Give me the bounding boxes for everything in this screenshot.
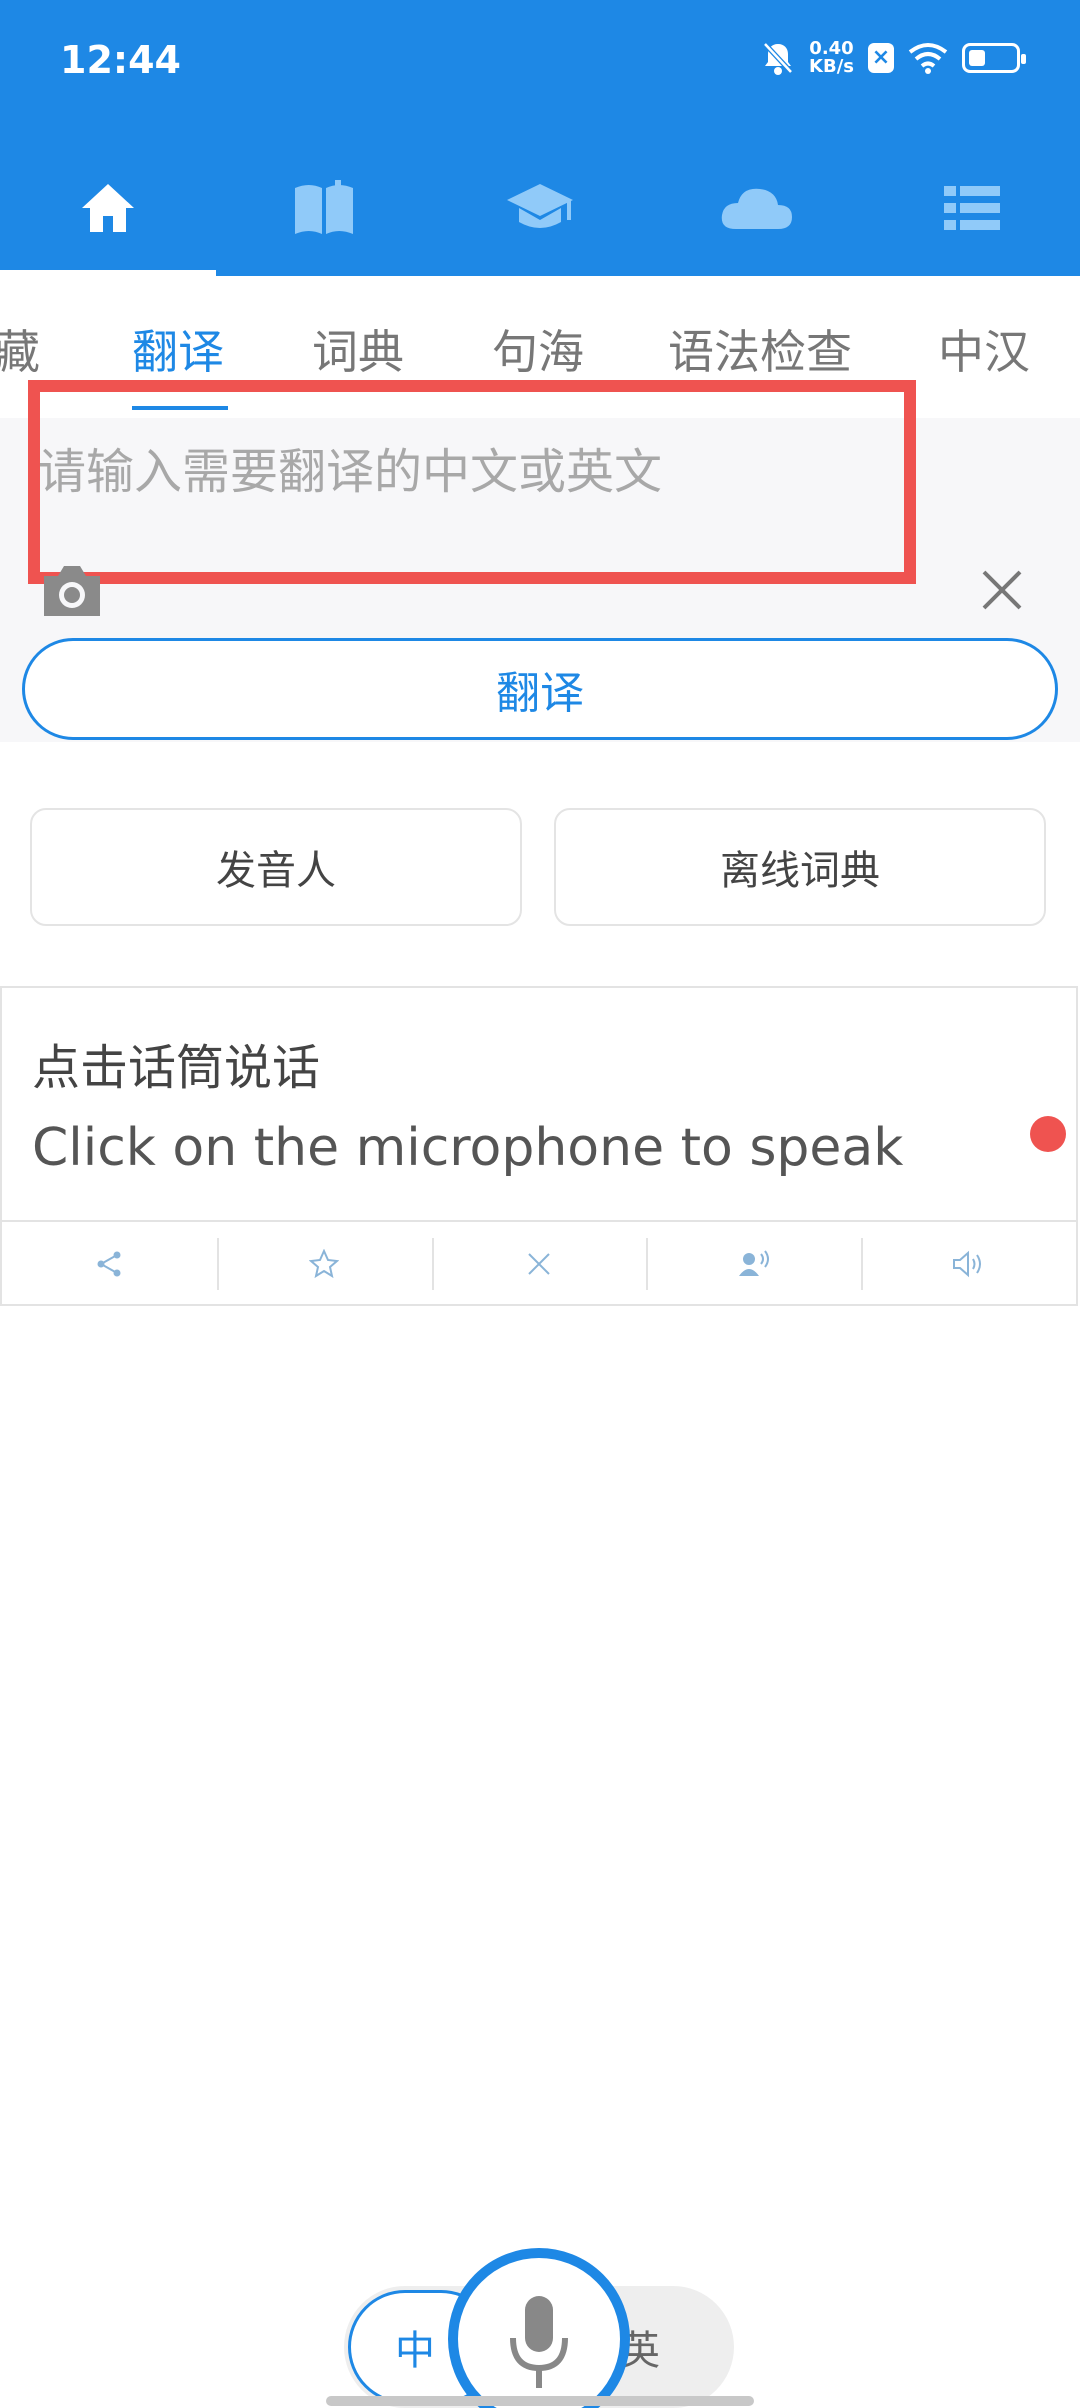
status-bar: 12:44 0.40 KB/s ×: [0, 0, 1080, 120]
sub-tab-favorites[interactable]: 藏: [0, 316, 40, 382]
sub-tab-grammar-check[interactable]: 语法检查: [668, 316, 852, 382]
network-speed: 0.40 KB/s: [809, 40, 854, 76]
camera-button[interactable]: [40, 562, 104, 622]
microphone-icon: [510, 2296, 568, 2388]
app-bar: 12:44 0.40 KB/s ×: [0, 0, 1080, 276]
nav-tab-home[interactable]: [0, 140, 216, 276]
share-icon: [97, 1251, 121, 1277]
nav-tab-cloud[interactable]: [648, 140, 864, 276]
status-time: 12:44: [60, 38, 181, 82]
cloud-icon: [721, 188, 792, 229]
nav-tab-menu[interactable]: [864, 140, 1080, 276]
nav-tab-learn[interactable]: [432, 140, 648, 276]
favorite-button[interactable]: [216, 1222, 432, 1306]
translated-text: Click on the microphone to speak: [32, 1118, 904, 1178]
highlight-box: [28, 380, 916, 584]
sub-tab-translate[interactable]: 翻译: [132, 316, 224, 382]
close-icon: [528, 1253, 550, 1275]
status-icons: 0.40 KB/s ×: [761, 40, 1026, 76]
graduation-cap-icon: [507, 184, 573, 228]
record-indicator-dot: [1030, 1116, 1066, 1152]
camera-icon: [44, 566, 100, 616]
clear-input-button[interactable]: [980, 568, 1024, 616]
nav-tab-book[interactable]: [216, 140, 432, 276]
voice-button[interactable]: [646, 1222, 861, 1306]
delete-button[interactable]: [431, 1222, 647, 1306]
speaker-voice-button[interactable]: 发音人: [30, 808, 522, 926]
offline-dictionary-button[interactable]: 离线词典: [554, 808, 1046, 926]
source-text: 点击话筒说话: [32, 1040, 321, 1096]
voice-icon: [738, 1250, 769, 1276]
play-audio-button[interactable]: [861, 1222, 1076, 1306]
sub-tab-dictionary[interactable]: 词典: [312, 316, 404, 382]
x-notification-icon: ×: [868, 43, 894, 73]
share-button[interactable]: [2, 1222, 217, 1306]
translate-button[interactable]: 翻译: [22, 638, 1058, 740]
sub-tab-zh-han[interactable]: 中汉: [938, 316, 1030, 382]
home-icon: [82, 184, 134, 232]
bell-off-icon: [763, 42, 793, 75]
close-icon: [982, 570, 1022, 610]
book-icon: [295, 180, 353, 234]
speaker-icon: [952, 1250, 981, 1278]
list-icon: [944, 186, 1000, 230]
wifi-icon: [908, 43, 948, 74]
battery-icon: [962, 43, 1026, 73]
sub-tab-sentences[interactable]: 句海: [492, 316, 584, 382]
star-icon: [309, 1249, 340, 1279]
network-speed-unit: KB/s: [809, 56, 854, 77]
result-card: 点击话筒说话 Click on the microphone to speak: [0, 986, 1078, 1306]
main-nav-tabs: [0, 140, 1080, 276]
gesture-home-bar[interactable]: [326, 2396, 754, 2406]
result-actions: [2, 1220, 1076, 1306]
microphone-button[interactable]: [448, 2248, 630, 2408]
